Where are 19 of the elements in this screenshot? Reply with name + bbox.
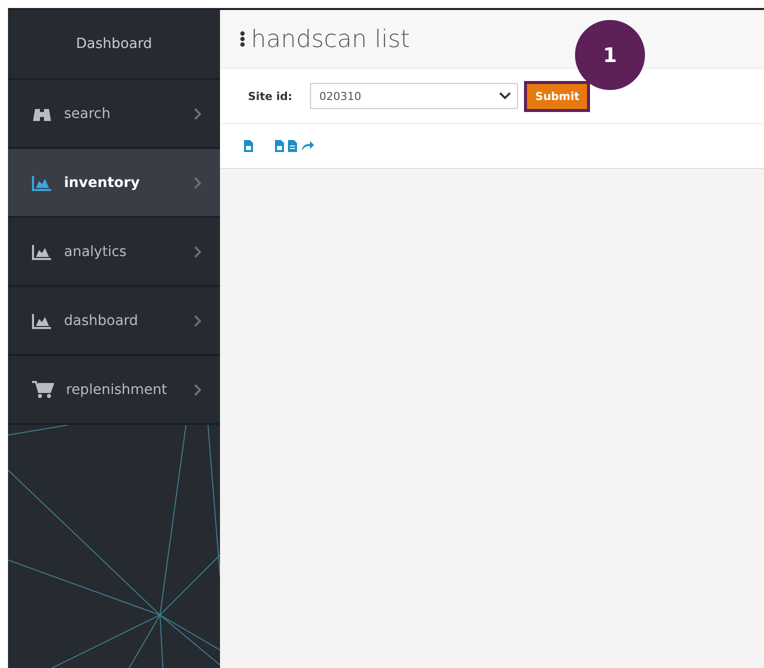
- cart-icon: [32, 380, 54, 398]
- chevron-icon: [194, 176, 202, 188]
- vertical-dots-icon: [240, 31, 245, 47]
- sidebar-item[interactable]: inventory: [8, 149, 220, 218]
- document-icon[interactable]: [288, 140, 297, 152]
- file-icon[interactable]: [244, 140, 253, 152]
- page-title: handscan list: [251, 25, 410, 53]
- chevron-down-icon: [499, 92, 512, 100]
- share-icon[interactable]: [301, 140, 315, 152]
- area-chart-icon: [32, 244, 52, 260]
- chevron-icon: [194, 108, 202, 120]
- site-id-label: Site id:: [248, 90, 292, 102]
- chevron-icon: [194, 314, 202, 326]
- area-chart-icon: [32, 312, 52, 328]
- file-icon[interactable]: [275, 140, 284, 152]
- chevron-icon: [194, 246, 202, 258]
- chevron-icon: [194, 384, 202, 396]
- site-id-select[interactable]: 020310: [310, 83, 518, 109]
- area-chart-icon: [32, 174, 52, 190]
